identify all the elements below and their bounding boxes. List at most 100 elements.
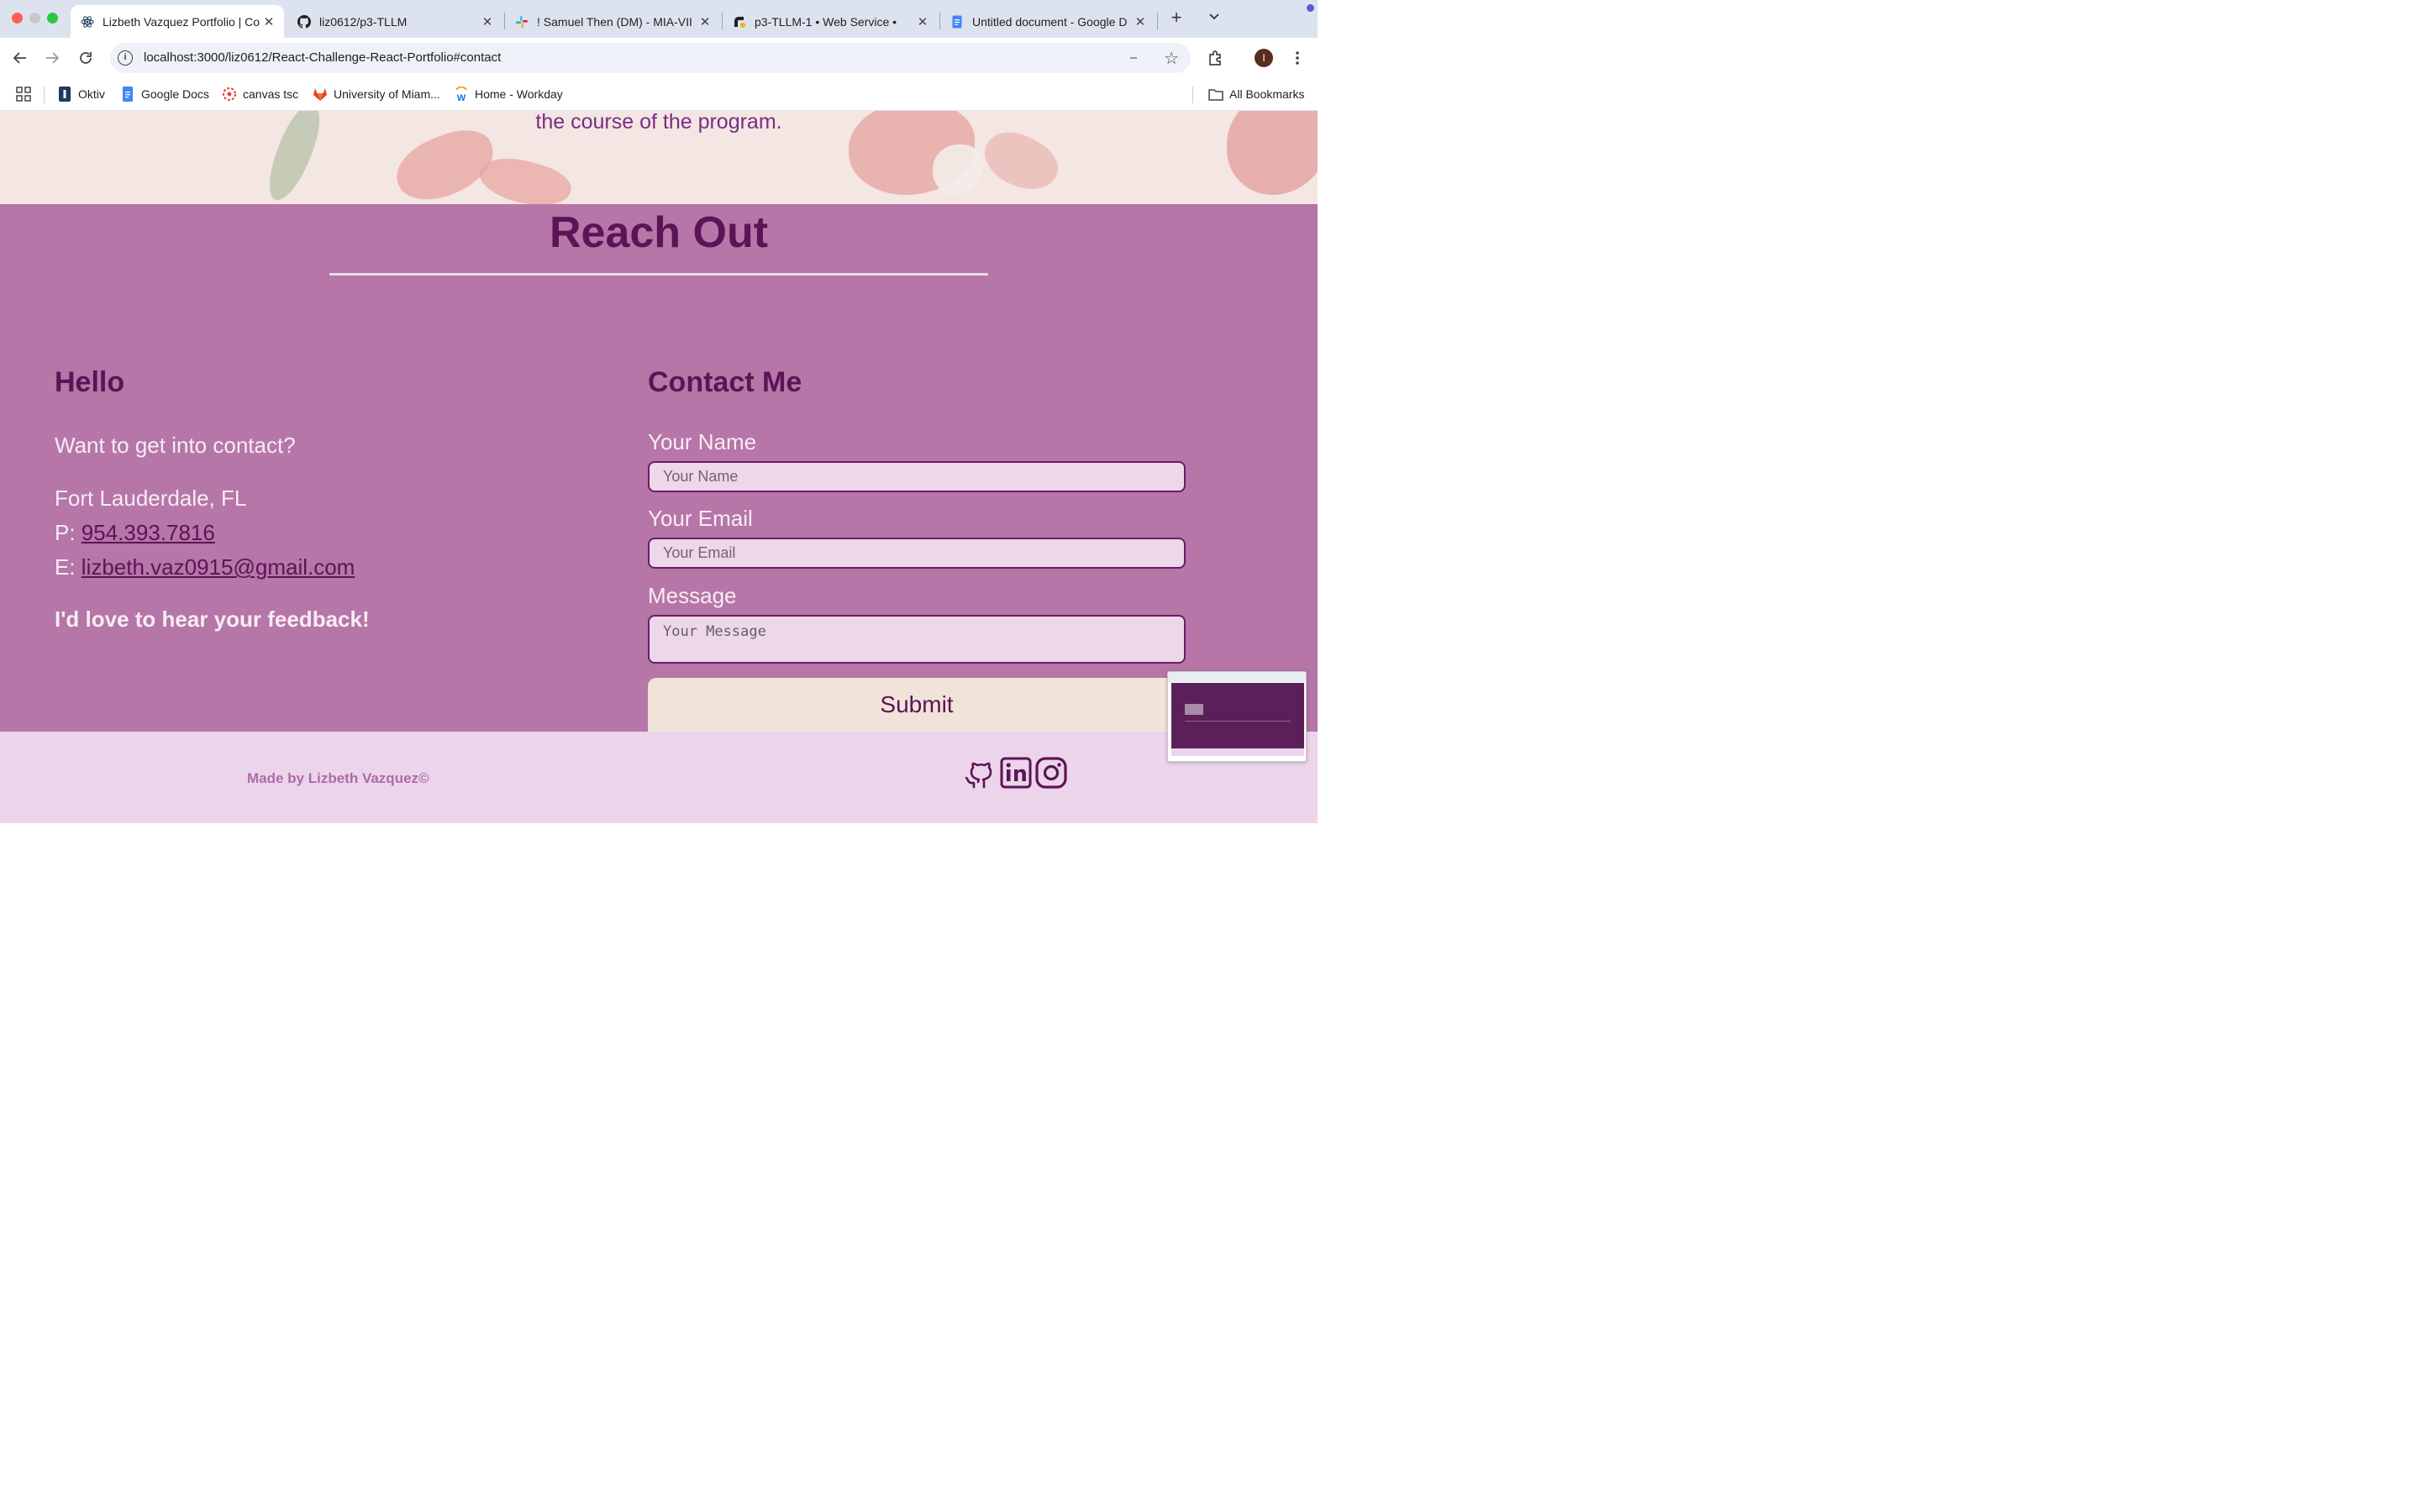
contact-intro: Want to get into contact? [55,433,296,458]
floral-background [933,144,983,195]
svg-text:W: W [457,93,466,102]
message-label: Message [648,583,737,608]
tab-title: Untitled document - Google D [972,14,1128,29]
bookmarks-divider [44,87,45,103]
bookmark-label: Google Docs [141,87,209,101]
bookmark-label: canvas tsc [243,87,299,101]
forward-arrow-icon[interactable] [42,48,62,68]
phone-link[interactable]: 954.393.7816 [82,520,215,545]
tab-title: ! Samuel Then (DM) - MIA-VII [537,14,692,29]
phone-line: P: 954.393.7816 [55,520,215,546]
contact-form-heading: Contact Me [648,366,802,398]
tab-divider [1157,13,1158,29]
bookmark-label: Oktiv [78,87,105,101]
thumbnail-browser-bar [1168,672,1306,682]
install-indicator-icon [1130,57,1137,59]
tab-render[interactable]: p3-TLLM-1 • Web Service • ✕ [723,5,938,38]
about-text: the course of the program. [535,111,782,134]
url-text: localhost:3000/liz0612/React-Challenge-R… [144,50,501,65]
feedback-text: I'd love to hear your feedback! [55,606,370,632]
message-textarea[interactable]: Your Message [648,615,1186,664]
close-tab-icon[interactable]: ✕ [697,14,713,29]
bookmark-label: University of Miam... [334,87,440,101]
floral-background [976,120,1066,202]
new-tab-button[interactable]: + [1166,8,1186,29]
instagram-icon[interactable] [1034,756,1068,790]
bookmark-star-icon[interactable]: ☆ [1164,48,1179,69]
google-docs-icon [120,87,135,102]
github-icon[interactable] [962,756,996,790]
tab-search-chevron-icon[interactable] [1207,10,1222,27]
extensions-puzzle-icon[interactable] [1206,48,1226,68]
bookmark-workday[interactable]: W Home - Workday [454,87,563,102]
close-tab-icon[interactable]: ✕ [260,14,277,29]
all-bookmarks-folder[interactable]: All Bookmarks [1208,87,1304,102]
email-link[interactable]: lizbeth.vaz0915@gmail.com [82,554,355,580]
all-bookmarks-label: All Bookmarks [1229,87,1305,101]
thumbnail-card [1185,704,1203,715]
close-window-button[interactable] [12,13,23,24]
contact-section: Reach Out Hello Want to get into contact… [0,204,1318,732]
bookmark-canvas[interactable]: canvas tsc [222,87,298,102]
thumbnail-divider [1185,721,1291,722]
tab-title: p3-TLLM-1 • Web Service • [755,14,897,29]
workday-icon: W [454,87,469,102]
zoom-window-button[interactable] [47,13,58,24]
bookmarks-bar: Oktiv Google Docs canvas tsc University … [0,78,1318,111]
slack-icon [515,15,529,29]
minimize-window-button[interactable] [29,13,40,24]
email-prefix: E: [55,554,82,580]
tab-strip: Lizbeth Vazquez Portfolio | Co ✕ liz0612… [0,0,1318,38]
thumbnail-page [1171,683,1304,748]
browser-toolbar: i localhost:3000/liz0612/React-Challenge… [0,38,1318,78]
screenshot-preview-thumbnail[interactable] [1167,671,1307,762]
page-viewport: the course of the program. Reach Out Hel… [0,111,1318,823]
phone-prefix: P: [55,520,82,545]
url-host: localhost [144,50,194,65]
profile-dot-icon [1307,4,1314,12]
name-input[interactable]: Your Name [648,461,1186,492]
oktiv-icon [57,87,72,102]
bookmark-label: Home - Workday [475,87,563,101]
close-tab-icon[interactable]: ✕ [1132,14,1149,29]
more-menu-icon[interactable] [1287,48,1307,68]
made-by-text: Made by Lizbeth Vazquez© [247,770,429,786]
url-path: :3000/liz0612/React-Challenge-React-Port… [193,50,502,65]
folder-icon [1208,87,1223,102]
reload-icon[interactable] [76,48,96,68]
tab-title: Lizbeth Vazquez Portfolio | Co [103,14,260,29]
address-bar[interactable]: i localhost:3000/liz0612/React-Challenge… [110,43,1191,73]
tab-portfolio[interactable]: Lizbeth Vazquez Portfolio | Co ✕ [71,5,284,38]
section-title: Reach Out [549,208,769,257]
thumbnail-footer [1171,748,1304,756]
github-icon [297,14,311,29]
submit-button[interactable]: Submit [648,678,1186,732]
bookmark-google-docs[interactable]: Google Docs [120,87,209,102]
site-info-icon[interactable]: i [118,50,133,66]
bookmark-oktiv[interactable]: Oktiv [57,87,105,102]
close-tab-icon[interactable]: ✕ [914,14,931,29]
tab-google-docs[interactable]: Untitled document - Google D ✕ [940,5,1155,38]
name-label: Your Name [648,429,757,454]
react-icon [81,15,94,29]
back-arrow-icon[interactable] [10,48,30,68]
title-divider [329,273,988,276]
tab-github[interactable]: liz0612/p3-TLLM ✕ [287,5,502,38]
tab-slack[interactable]: ! Samuel Then (DM) - MIA-VII ✕ [505,5,720,38]
bookmark-university-of-miami[interactable]: University of Miam... [313,87,440,102]
profile-avatar[interactable]: I [1255,49,1273,67]
location-text: Fort Lauderdale, FL [55,486,247,511]
google-docs-icon [950,15,964,29]
close-tab-icon[interactable]: ✕ [479,14,496,29]
hello-heading: Hello [55,366,125,398]
email-line: E: lizbeth.vaz0915@gmail.com [55,554,355,580]
bookmarks-divider [1192,87,1193,103]
apps-grid-icon[interactable] [16,87,31,102]
gitlab-icon [313,87,328,102]
footer: Made by Lizbeth Vazquez© [0,732,1318,823]
email-input[interactable]: Your Email [648,538,1186,569]
about-section-bottom: the course of the program. [0,111,1318,204]
canvas-icon [222,87,237,102]
linkedin-icon[interactable] [999,756,1033,790]
tab-title: liz0612/p3-TLLM [319,14,408,29]
